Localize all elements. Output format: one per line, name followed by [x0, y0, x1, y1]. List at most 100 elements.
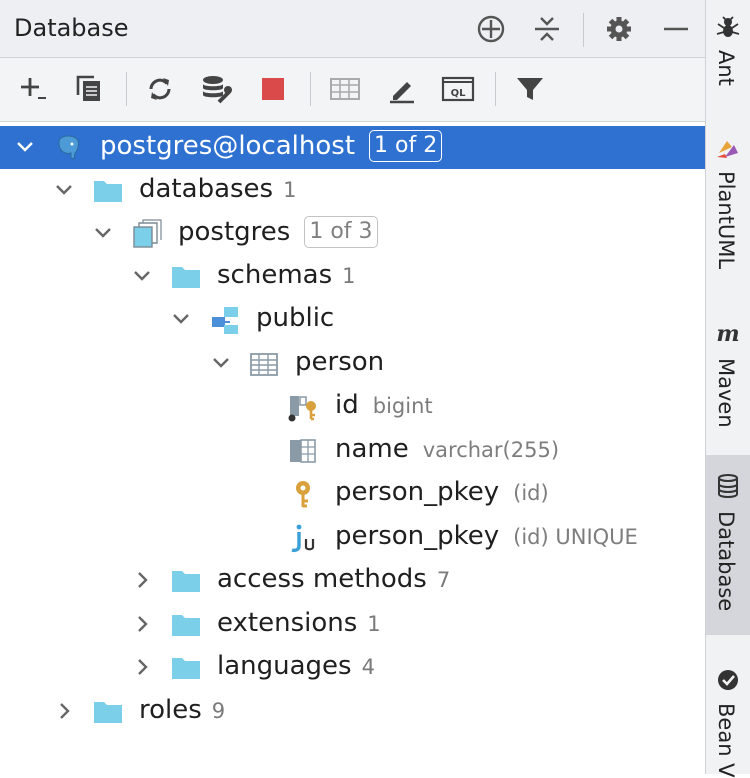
tab-label: Maven	[714, 358, 738, 428]
folder-icon	[172, 267, 200, 288]
plantuml-icon	[717, 141, 738, 158]
child-count: 4	[361, 655, 375, 679]
copy-icon[interactable]	[72, 72, 106, 106]
tree-node-label: access methods	[217, 564, 427, 594]
child-count: 1	[283, 178, 297, 202]
column-icon	[290, 439, 316, 463]
tree-node-schemas[interactable]: schemas 1	[0, 255, 705, 298]
filter-icon[interactable]	[513, 72, 547, 106]
tree-node-label: languages	[217, 651, 352, 681]
tab-maven[interactable]: m Maven	[706, 310, 750, 450]
tree-node-label: id	[335, 390, 359, 420]
tree-node-label: person_pkey	[335, 521, 500, 551]
child-count: 9	[211, 699, 226, 723]
bean-icon	[718, 670, 738, 690]
ant-icon	[716, 16, 740, 37]
chevron-right-icon[interactable]	[53, 700, 75, 722]
edit-icon[interactable]	[385, 72, 419, 106]
crosshair-icon[interactable]	[475, 13, 507, 45]
tree-node-databases[interactable]: databases 1	[0, 169, 705, 212]
folder-icon	[172, 658, 200, 679]
tree-node-postgres-database[interactable]: postgres 1 of 3	[0, 212, 705, 255]
primary-key-column-icon	[288, 396, 316, 422]
svg-text:m: m	[716, 321, 739, 346]
tool-window-title: Database	[14, 14, 129, 42]
tree-node-label: public	[256, 303, 335, 333]
tree-node-label: databases	[139, 174, 274, 204]
refresh-icon[interactable]	[143, 72, 177, 106]
tree-node-languages[interactable]: languages 4	[0, 646, 705, 689]
column-type: varchar(255)	[422, 438, 560, 462]
tree-node-unique-index[interactable]: person_pkey (id) UNIQUE	[0, 516, 705, 559]
gear-icon[interactable]	[603, 13, 635, 45]
database-stack-icon	[133, 219, 162, 248]
folder-icon	[172, 571, 200, 592]
tree-node-label: extensions	[217, 608, 358, 638]
query-console-icon[interactable]: QL	[441, 72, 475, 106]
folder-icon	[94, 702, 122, 723]
tab-ant[interactable]: Ant	[706, 0, 750, 110]
tree-node-label: postgres@localhost	[100, 131, 356, 161]
tab-label: Bean V	[714, 703, 738, 778]
chevron-down-icon[interactable]	[131, 265, 153, 287]
maven-icon: m	[716, 321, 739, 346]
folder-icon	[172, 615, 200, 636]
postgresql-icon	[58, 135, 79, 160]
chevron-down-icon[interactable]	[170, 308, 192, 330]
minimize-icon[interactable]	[660, 13, 692, 45]
table-editor-icon[interactable]	[328, 72, 362, 106]
datasource-properties-icon[interactable]	[199, 72, 233, 106]
child-count: 1	[342, 264, 356, 288]
tab-label: Ant	[714, 50, 738, 86]
unique-index-icon	[291, 524, 315, 553]
table-icon	[250, 353, 278, 376]
tab-database[interactable]: Database	[706, 455, 750, 635]
schema-icon	[212, 307, 238, 334]
collapse-all-icon[interactable]	[531, 13, 563, 45]
tab-label: PlantUML	[714, 171, 738, 270]
tab-plantuml[interactable]: PlantUML	[706, 125, 750, 305]
tree-node-access-methods[interactable]: access methods 7	[0, 559, 705, 602]
database-tree: postgres@localhost 1 of 2 databases 1 post…	[0, 123, 705, 774]
tree-node-label: postgres	[178, 217, 291, 247]
chevron-down-icon[interactable]	[53, 179, 75, 201]
index-columns: (id) UNIQUE	[513, 525, 638, 549]
tree-node-extensions[interactable]: extensions 1	[0, 603, 705, 646]
chevron-right-icon[interactable]	[131, 613, 153, 635]
tree-node-postgres-localhost[interactable]: postgres@localhost 1 of 2	[0, 126, 705, 169]
child-count: 7	[436, 568, 451, 592]
chevron-down-icon[interactable]	[210, 352, 232, 374]
tree-node-label: schemas	[217, 260, 333, 290]
schema-badge: 1 of 3	[304, 216, 378, 248]
tab-bean-validation[interactable]: Bean V	[706, 655, 750, 778]
datasource-badge: 1 of 2	[369, 130, 443, 162]
tree-node-label: person	[295, 347, 385, 377]
add-icon[interactable]	[16, 72, 50, 106]
key-icon	[296, 481, 310, 508]
toolbar-divider	[310, 72, 311, 106]
chevron-right-icon[interactable]	[131, 656, 153, 678]
tree-node-person-table[interactable]: person	[0, 342, 705, 385]
tree-node-primary-key[interactable]: person_pkey (id)	[0, 472, 705, 515]
header-divider	[583, 13, 584, 47]
tree-node-label: roles	[139, 695, 202, 725]
chevron-right-icon[interactable]	[131, 569, 153, 591]
svg-text:QL: QL	[451, 88, 467, 99]
tab-label: Database	[714, 511, 738, 612]
tree-node-label: name	[335, 434, 409, 464]
toolbar-divider	[126, 72, 127, 106]
tool-window-header: Database	[0, 0, 705, 58]
database-icon	[718, 474, 738, 498]
tree-node-column-name[interactable]: name varchar(255)	[0, 429, 705, 472]
tree-node-roles[interactable]: roles 9	[0, 690, 705, 733]
chevron-down-icon[interactable]	[92, 222, 114, 244]
chevron-down-icon[interactable]	[14, 136, 36, 158]
column-type: bigint	[372, 394, 433, 418]
stop-icon[interactable]	[256, 72, 290, 106]
child-count: 1	[367, 612, 381, 636]
tree-node-label: person_pkey	[335, 477, 500, 507]
key-columns: (id)	[513, 481, 549, 505]
tree-node-column-id[interactable]: id bigint	[0, 385, 705, 428]
database-tool-window: Database QL postgres@localhost 1 of 2 da…	[0, 0, 705, 774]
tree-node-public-schema[interactable]: public	[0, 298, 705, 341]
